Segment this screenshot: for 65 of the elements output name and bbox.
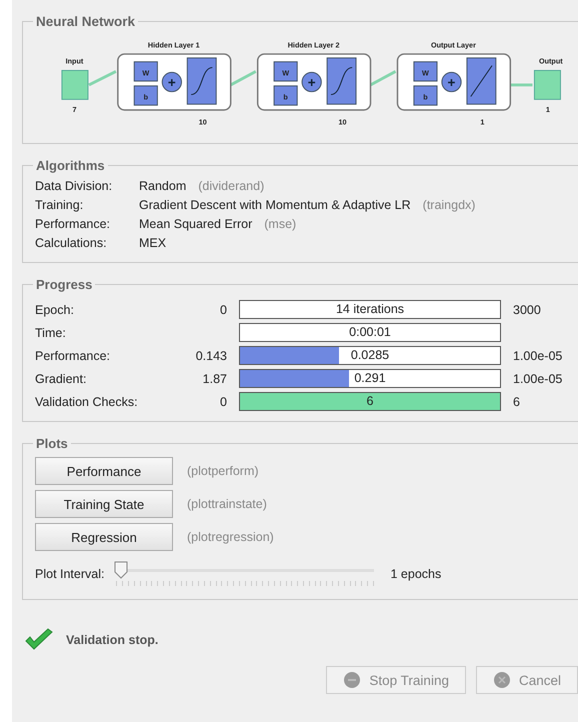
function-name: (plotperform) — [187, 464, 259, 478]
slider-thumb[interactable] — [114, 561, 128, 579]
group-title: Progress — [35, 277, 94, 292]
progress-label: Validation Checks: — [35, 394, 139, 408]
plot-button[interactable]: Performance — [35, 457, 173, 485]
sum-node — [441, 72, 462, 92]
algorithm-value: MEX — [139, 236, 166, 250]
progress-label: Gradient: — [35, 372, 88, 386]
bias-block — [274, 85, 298, 106]
algorithm-label: Training: — [35, 198, 84, 212]
readout-box: 14 iterations — [239, 300, 501, 319]
plot-button[interactable]: Regression — [35, 523, 173, 551]
function-name: (plotregression) — [187, 530, 274, 544]
start-value: 1.87 — [202, 372, 227, 386]
interval-slider[interactable] — [114, 561, 374, 587]
sum-node — [302, 72, 322, 92]
transfer-block — [326, 57, 357, 105]
group-title: Algorithms — [35, 158, 106, 173]
target-value: 3000 — [513, 302, 542, 316]
weight-block — [413, 61, 438, 82]
algorithm-value: Random — [139, 179, 186, 193]
start-value: 0 — [219, 302, 227, 316]
sum-symbol: + — [168, 74, 176, 90]
sigmoid-curve-icon — [330, 67, 353, 96]
progress-value: 6 — [366, 393, 374, 410]
checkmark-icon — [24, 628, 54, 652]
interval-label: Plot Interval: — [35, 567, 104, 581]
weight-block — [134, 61, 158, 82]
group-title: Plots — [35, 436, 69, 451]
interval-value: 1 epochs — [390, 567, 442, 581]
transfer-block — [466, 57, 496, 105]
cancel-icon — [492, 671, 511, 689]
sigmoid-curve-icon — [190, 67, 213, 96]
target-value: 1.00e-05 — [513, 348, 564, 362]
sum-symbol: + — [308, 74, 316, 90]
status-message: Validation stop. — [66, 633, 158, 647]
sum-symbol: + — [448, 74, 456, 90]
start-value: 0.143 — [194, 348, 227, 362]
bias-block — [134, 85, 158, 106]
weight-block — [274, 61, 298, 82]
algorithm-label: Calculations: — [35, 236, 108, 250]
algorithm-value: Mean Squared Error — [139, 217, 252, 231]
sum-node — [162, 72, 182, 92]
start-value: 0 — [219, 394, 227, 408]
target-value: 1.00e-05 — [513, 372, 564, 386]
progress-label: Epoch: — [35, 302, 75, 316]
function-name: (plottrainstate) — [187, 497, 267, 511]
transfer-block — [186, 57, 217, 105]
group-title: Neural Network — [35, 14, 136, 29]
progress-value: 0.291 — [353, 370, 387, 387]
function-name: (mse) — [264, 217, 296, 231]
algorithm-label: Data Division: — [35, 179, 114, 193]
stop-icon — [343, 671, 362, 689]
readout-box: 0:00:01 — [239, 323, 501, 342]
linear-line-icon — [470, 65, 492, 97]
progress-value: 0.0285 — [350, 347, 390, 364]
function-name: (traingdx) — [422, 198, 476, 212]
algorithm-label: Performance: — [35, 217, 112, 231]
progress-label: Performance: — [35, 348, 112, 362]
algorithm-value: Gradient Descent with Momentum & Adaptive LR — [139, 198, 411, 212]
progress-label: Time: — [35, 326, 67, 340]
function-name: (dividerand) — [198, 179, 264, 193]
bias-block — [413, 85, 438, 106]
plot-button[interactable]: Training State — [35, 490, 173, 518]
target-value: 6 — [513, 394, 521, 408]
